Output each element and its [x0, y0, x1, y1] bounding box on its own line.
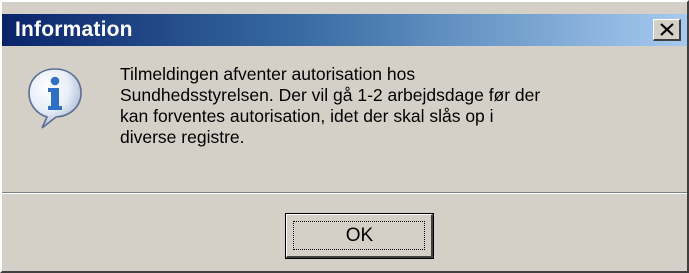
message-line: diverse registre. [120, 127, 245, 147]
close-button[interactable] [653, 19, 681, 41]
message-line: Tilmeldingen afventer autorisation hos [120, 64, 416, 84]
ok-button[interactable]: OK [285, 213, 434, 259]
information-icon [28, 68, 82, 129]
separator [2, 192, 687, 194]
message-text: Tilmeldingen afventer autorisation hos S… [120, 64, 660, 148]
ok-button-label: OK [345, 225, 374, 246]
close-icon [660, 23, 674, 36]
message-line: Sundhedsstyrelsen. Der vil gå 1-2 arbejd… [120, 85, 541, 105]
title-bar[interactable]: Information [2, 14, 687, 46]
message-line: kan forventes autorisation, idet der ska… [120, 106, 494, 126]
information-dialog: Information Tilmeldingen afventer autori… [0, 0, 689, 273]
dialog-title: Information [15, 18, 133, 41]
